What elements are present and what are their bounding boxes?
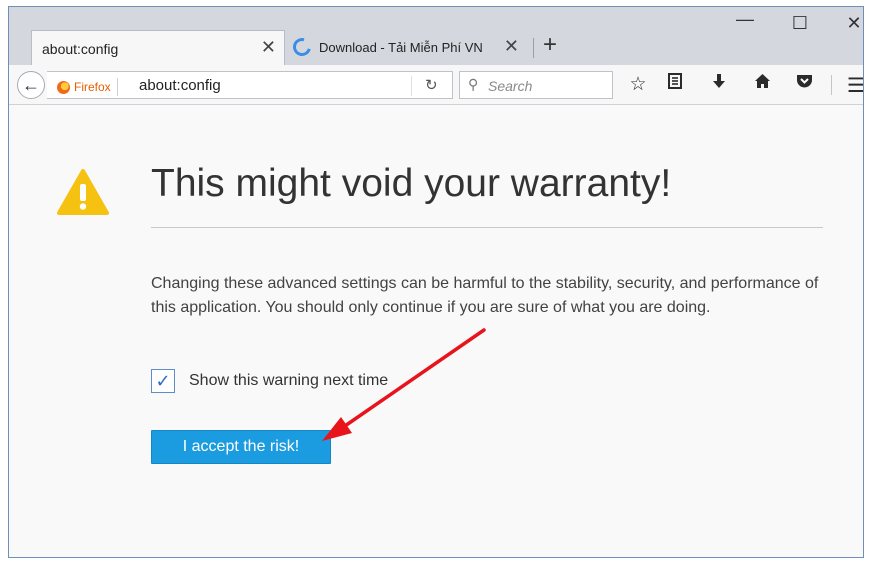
warning-description: Changing these advanced settings can be … [151, 275, 819, 316]
tab-about-config[interactable]: about:config ✕ [31, 30, 285, 65]
download-icon[interactable] [705, 73, 733, 95]
toolbar-separator [831, 75, 832, 95]
page-content: This might void your warranty! Changing … [9, 106, 863, 557]
show-warning-checkbox[interactable]: ✓ [151, 369, 175, 393]
show-warning-option[interactable]: ✓ Show this warning next time [151, 369, 388, 393]
close-window-icon[interactable]: ✕ [839, 13, 863, 34]
close-tab-icon[interactable]: ✕ [261, 37, 276, 58]
accept-risk-button[interactable]: I accept the risk! [151, 430, 331, 464]
show-warning-label[interactable]: Show this warning next time [189, 372, 388, 390]
tab-download[interactable]: Download - Tải Miễn Phí VN ✕ [289, 30, 531, 65]
url-bar[interactable]: Firefox about:config ↻ [47, 71, 453, 99]
close-tab-icon[interactable]: ✕ [504, 36, 519, 57]
tab-title: Download - Tải Miễn Phí VN [319, 40, 483, 55]
title-divider [151, 227, 823, 228]
page-title: This might void your warranty! [151, 162, 672, 205]
back-button[interactable]: ← [17, 71, 45, 99]
minimize-icon[interactable]: — [730, 9, 760, 30]
navigation-toolbar: ← Firefox about:config ↻ ⚲ Search ☆ ☰ [9, 65, 863, 105]
url-input[interactable]: about:config [139, 77, 221, 94]
loading-spinner-icon [289, 34, 315, 60]
search-icon: ⚲ [468, 76, 479, 92]
maximize-icon[interactable]: ☐ [785, 13, 815, 34]
menu-icon[interactable]: ☰ [842, 73, 863, 98]
warning-icon [57, 169, 109, 215]
search-input[interactable]: ⚲ Search [459, 71, 613, 99]
site-identity[interactable]: Firefox [57, 78, 118, 96]
reload-icon[interactable]: ↻ [425, 76, 438, 94]
reader-icon[interactable] [661, 73, 689, 95]
star-icon[interactable]: ☆ [624, 73, 652, 96]
new-tab-icon[interactable]: + [543, 31, 557, 59]
tab-title: about:config [42, 41, 119, 57]
pocket-icon[interactable] [790, 73, 818, 95]
identity-separator [116, 78, 118, 96]
tab-strip: about:config ✕ Download - Tải Miễn Phí V… [9, 7, 863, 65]
url-separator [411, 76, 412, 96]
home-icon[interactable] [748, 73, 776, 95]
tab-separator [533, 38, 534, 58]
firefox-logo-icon [57, 80, 70, 94]
browser-window: about:config ✕ Download - Tải Miễn Phí V… [8, 6, 864, 558]
identity-label: Firefox [74, 80, 111, 94]
search-placeholder: Search [488, 78, 533, 94]
